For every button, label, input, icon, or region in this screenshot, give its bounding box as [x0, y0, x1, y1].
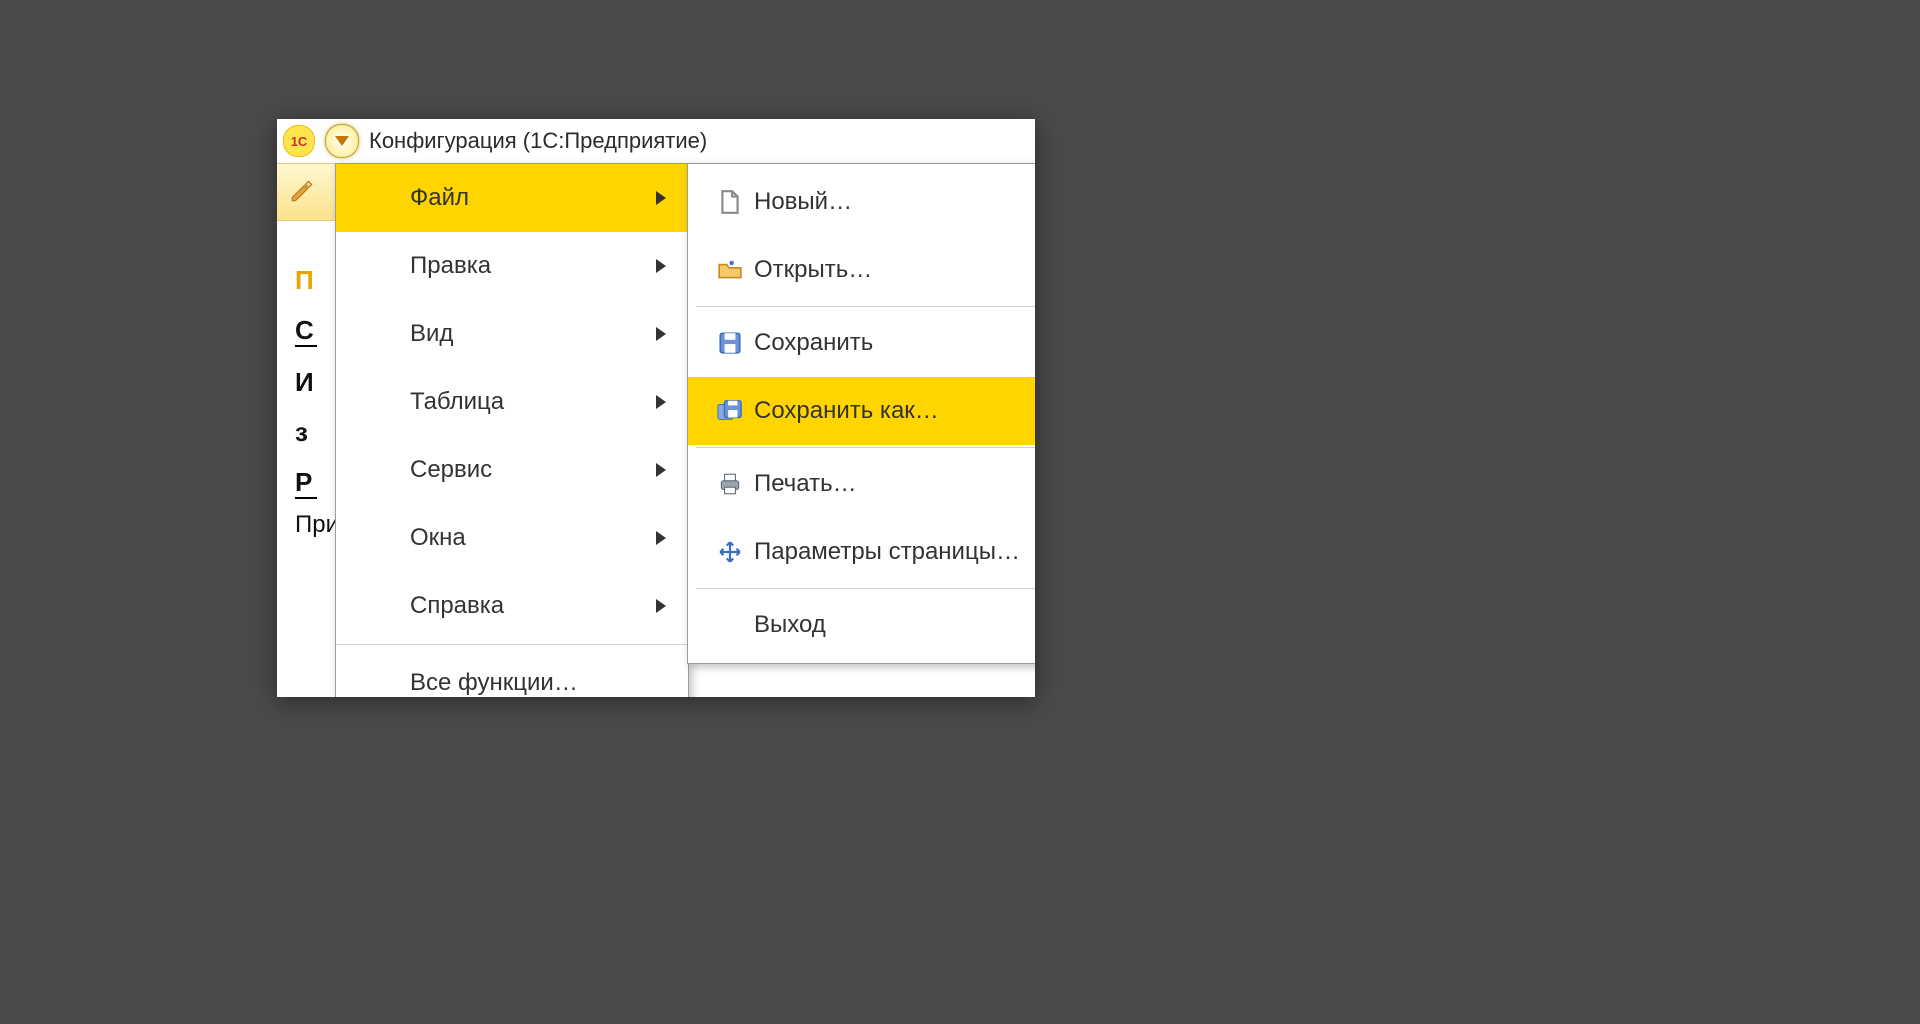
menu-item-label: Файл [410, 184, 469, 212]
menu-item-label: Справка [410, 592, 504, 620]
menu-item-сервис[interactable]: Сервис [336, 436, 688, 504]
submenu-arrow-icon [656, 524, 666, 552]
titlebar: 1C Конфигурация (1С:Предприятие) [277, 119, 1035, 163]
menu-item-окна[interactable]: Окна [336, 504, 688, 572]
menu-item-label: Сервис [410, 456, 492, 484]
file-submenu: Новый…Ctrl+NОткрыть…Ctrl+OСохранитьCtrl+… [687, 163, 1035, 664]
save-icon [706, 330, 754, 356]
submenu-item-2[interactable]: СохранитьCtrl+S [688, 309, 1035, 377]
submenu-item-label: Выход [754, 611, 1035, 639]
menu-item-label: Правка [410, 252, 491, 280]
submenu-item-label: Сохранить как… [754, 397, 1035, 425]
menu-separator [336, 644, 688, 645]
submenu-item-1[interactable]: Открыть…Ctrl+O [688, 236, 1035, 304]
menu-item-вид[interactable]: Вид [336, 300, 688, 368]
file-new-icon [706, 189, 754, 215]
submenu-item-label: Сохранить [754, 329, 1035, 357]
app-logo-icon: 1C [283, 125, 315, 157]
print-icon [706, 471, 754, 497]
submenu-arrow-icon [656, 456, 666, 484]
submenu-item-4[interactable]: Печать…Ctrl+P [688, 450, 1035, 518]
menu-item-label: Окна [410, 524, 466, 552]
submenu-separator [696, 447, 1035, 448]
save-as-icon [706, 398, 754, 424]
submenu-arrow-icon [656, 252, 666, 280]
menu-item-label: Вид [410, 320, 453, 348]
submenu-item-label: Параметры страницы… [754, 538, 1035, 566]
submenu-item-0[interactable]: Новый…Ctrl+N [688, 168, 1035, 236]
menu-item-правка[interactable]: Правка [336, 232, 688, 300]
submenu-arrow-icon [656, 184, 666, 212]
menu-item-label: Таблица [410, 388, 504, 416]
submenu-separator [696, 588, 1035, 589]
submenu-item-shortcut: Ctrl+O [1034, 257, 1035, 283]
window-title: Конфигурация (1С:Предприятие) [369, 128, 707, 154]
submenu-arrow-icon [656, 320, 666, 348]
submenu-item-label: Печать… [754, 470, 1035, 498]
submenu-item-3[interactable]: Сохранить как… [688, 377, 1035, 445]
submenu-item-label: Открыть… [754, 256, 1034, 284]
menu-item-таблица[interactable]: Таблица [336, 368, 688, 436]
app-window: 1C Конфигурация (1С:Предприятие) П С И з… [277, 119, 1035, 697]
submenu-arrow-icon [656, 388, 666, 416]
toolbar-icon[interactable] [289, 178, 317, 206]
submenu-separator [696, 306, 1035, 307]
menu-item-all-functions[interactable]: Все функции… [336, 649, 688, 697]
menu-item-label: Все функции… [410, 669, 578, 697]
submenu-arrow-icon [656, 592, 666, 620]
folder-open-icon [706, 257, 754, 283]
page-setup-icon [706, 539, 754, 565]
submenu-item-label: Новый… [754, 188, 1035, 216]
main-menu-dropdown-button[interactable] [325, 124, 359, 158]
menu-item-файл[interactable]: Файл [336, 164, 688, 232]
menu-item-справка[interactable]: Справка [336, 572, 688, 640]
main-menu: Файл Правка Вид Таблица Сервис Окна Справка Все… [335, 163, 689, 697]
submenu-item-5[interactable]: Параметры страницы… [688, 518, 1035, 586]
submenu-item-6[interactable]: Выход [688, 591, 1035, 659]
